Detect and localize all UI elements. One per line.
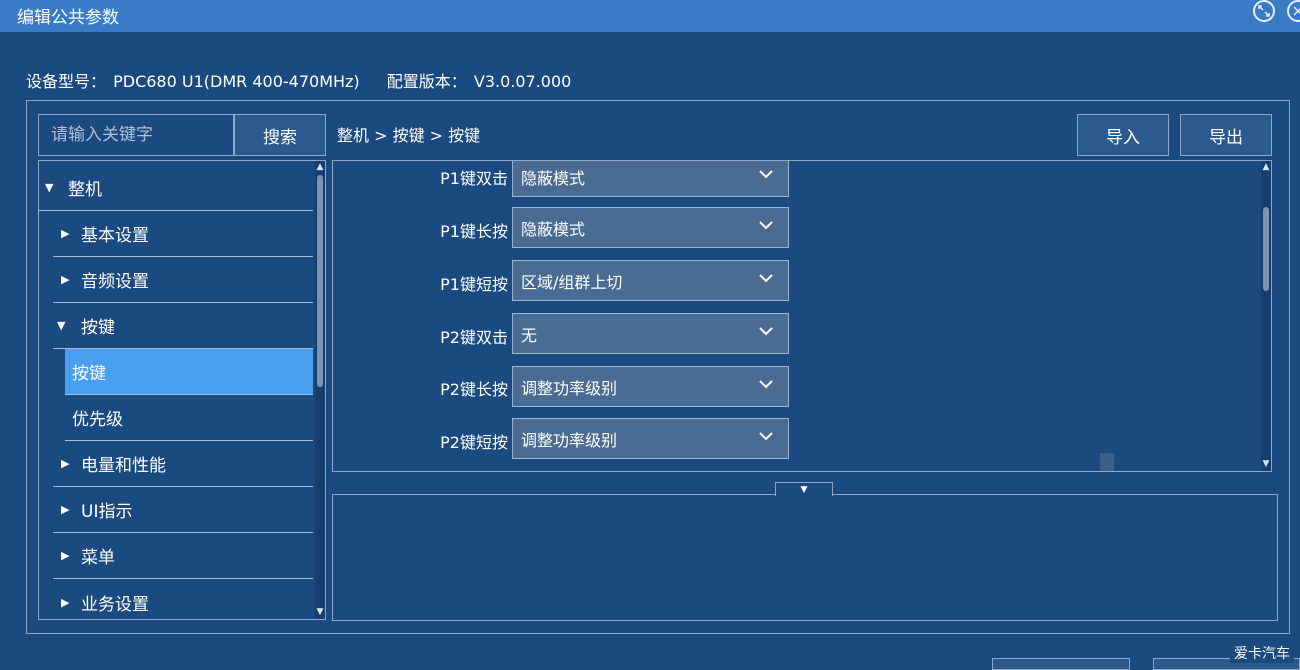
- param-scrollbar[interactable]: ▲ ▼: [1261, 161, 1271, 471]
- resize-grip[interactable]: [1100, 453, 1114, 471]
- tree-item-label: 电量和性能: [81, 456, 166, 476]
- tree-item-label: UI指示: [81, 502, 133, 522]
- config-version-label: 配置版本：: [386, 72, 467, 91]
- tree-scrollbar[interactable]: ▲ ▼: [315, 161, 325, 619]
- chevron-down-icon: [759, 327, 773, 336]
- chevron-down-icon: [759, 221, 773, 230]
- param-label: P2键长按: [440, 380, 508, 399]
- tree-item-label: 基本设置: [81, 226, 149, 246]
- caret-right-icon[interactable]: ▶: [61, 503, 75, 516]
- caret-right-icon[interactable]: ▶: [61, 273, 75, 286]
- select-value: 隐蔽模式: [521, 219, 586, 239]
- param-select[interactable]: 无: [512, 313, 789, 354]
- tree-panel: ▼ 整机 ▶ 基本设置 ▶ 音频设置 ▼ 按键 按键 优先级 ▶ 电量和性能 ▶…: [38, 160, 326, 620]
- param-select[interactable]: 区域/组群上切: [512, 260, 789, 301]
- export-button[interactable]: 导出: [1180, 114, 1272, 156]
- splitter-handle[interactable]: ▼: [775, 482, 833, 496]
- device-info: 设备型号： PDC680 U1(DMR 400-470MHz) 配置版本： V3…: [26, 68, 571, 92]
- description-panel: [332, 494, 1278, 621]
- select-value: 调整功率级别: [521, 430, 618, 450]
- window-title: 编辑公共参数: [17, 8, 119, 28]
- param-select[interactable]: 隐蔽模式: [512, 161, 789, 197]
- search-button[interactable]: 搜索: [234, 114, 326, 156]
- caret-right-icon[interactable]: ▶: [61, 227, 75, 240]
- chevron-down-icon: [759, 170, 773, 179]
- device-model-value: PDC680 U1(DMR 400-470MHz): [113, 72, 360, 91]
- chevron-down-icon: [759, 380, 773, 389]
- tree-item-keys-sub[interactable]: 按键: [65, 349, 313, 395]
- param-label: P2键短按: [440, 433, 508, 452]
- watermark: 爱卡汽车: [1230, 643, 1294, 663]
- device-model-label: 设备型号：: [26, 72, 107, 91]
- tree-item-service-settings[interactable]: ▶ 业务设置: [53, 579, 313, 619]
- param-select[interactable]: 调整功率级别: [512, 418, 789, 459]
- tree-item-basic-settings[interactable]: ▶ 基本设置: [53, 211, 313, 257]
- tree-item-label: 优先级: [72, 410, 123, 430]
- chevron-down-icon: [759, 274, 773, 283]
- param-label: P1键长按: [440, 222, 508, 241]
- param-select[interactable]: 调整功率级别: [512, 366, 789, 407]
- breadcrumb: 整机 > 按键 > 按键: [337, 126, 481, 145]
- scroll-up-icon[interactable]: ▲: [1261, 162, 1271, 172]
- expand-icon[interactable]: [1253, 0, 1275, 22]
- tree-item-label: 按键: [81, 318, 115, 338]
- param-label: P2键双击: [440, 328, 508, 347]
- tree-item-ui-indication[interactable]: ▶ UI指示: [53, 487, 313, 533]
- tree-item-label: 按键: [72, 364, 106, 384]
- tree-scroll-thumb[interactable]: [317, 175, 323, 387]
- tree-item-menu[interactable]: ▶ 菜单: [53, 533, 313, 579]
- caret-right-icon[interactable]: ▶: [61, 457, 75, 470]
- chevron-down-icon: [759, 432, 773, 441]
- tree-item-label: 音频设置: [81, 272, 149, 292]
- triangle-down-icon[interactable]: ▼: [801, 485, 808, 495]
- select-value: 隐蔽模式: [521, 168, 586, 188]
- select-value: 调整功率级别: [521, 378, 618, 398]
- tree-item-label: 业务设置: [81, 594, 149, 615]
- title-bar: 编辑公共参数: [0, 0, 1300, 32]
- close-icon[interactable]: [1287, 0, 1300, 22]
- caret-right-icon[interactable]: ▶: [61, 596, 75, 609]
- param-label: P1键双击: [440, 169, 508, 188]
- search-input[interactable]: [38, 114, 234, 156]
- config-version-value: V3.0.07.000: [473, 72, 572, 91]
- select-value: 无: [521, 325, 538, 345]
- caret-down-icon[interactable]: ▼: [45, 181, 59, 194]
- scroll-down-icon[interactable]: ▼: [315, 607, 325, 617]
- param-label: P1键短按: [440, 275, 508, 294]
- footer-button[interactable]: [992, 658, 1130, 670]
- scroll-up-icon[interactable]: ▲: [315, 162, 325, 172]
- tree-item-keys[interactable]: ▼ 按键: [53, 303, 313, 349]
- import-button[interactable]: 导入: [1077, 114, 1169, 156]
- tree-item-priority[interactable]: 优先级: [65, 395, 313, 441]
- caret-down-icon[interactable]: ▼: [57, 319, 71, 332]
- select-value: 区域/组群上切: [521, 272, 623, 292]
- param-select[interactable]: 隐蔽模式: [512, 207, 789, 248]
- caret-right-icon[interactable]: ▶: [61, 549, 75, 562]
- param-scroll-thumb[interactable]: [1263, 207, 1269, 291]
- tree-item-label: 整机: [68, 180, 102, 200]
- tree-item-audio-settings[interactable]: ▶ 音频设置: [53, 257, 313, 303]
- param-panel: P1键双击 隐蔽模式 P1键长按 隐蔽模式 P1键短按 区域/组群上切 P2键双…: [332, 160, 1272, 472]
- tree-item-whole-machine[interactable]: ▼ 整机: [39, 165, 313, 211]
- scroll-down-icon[interactable]: ▼: [1261, 459, 1271, 469]
- tree-item-label: 菜单: [81, 548, 115, 568]
- tree-item-power-performance[interactable]: ▶ 电量和性能: [53, 441, 313, 487]
